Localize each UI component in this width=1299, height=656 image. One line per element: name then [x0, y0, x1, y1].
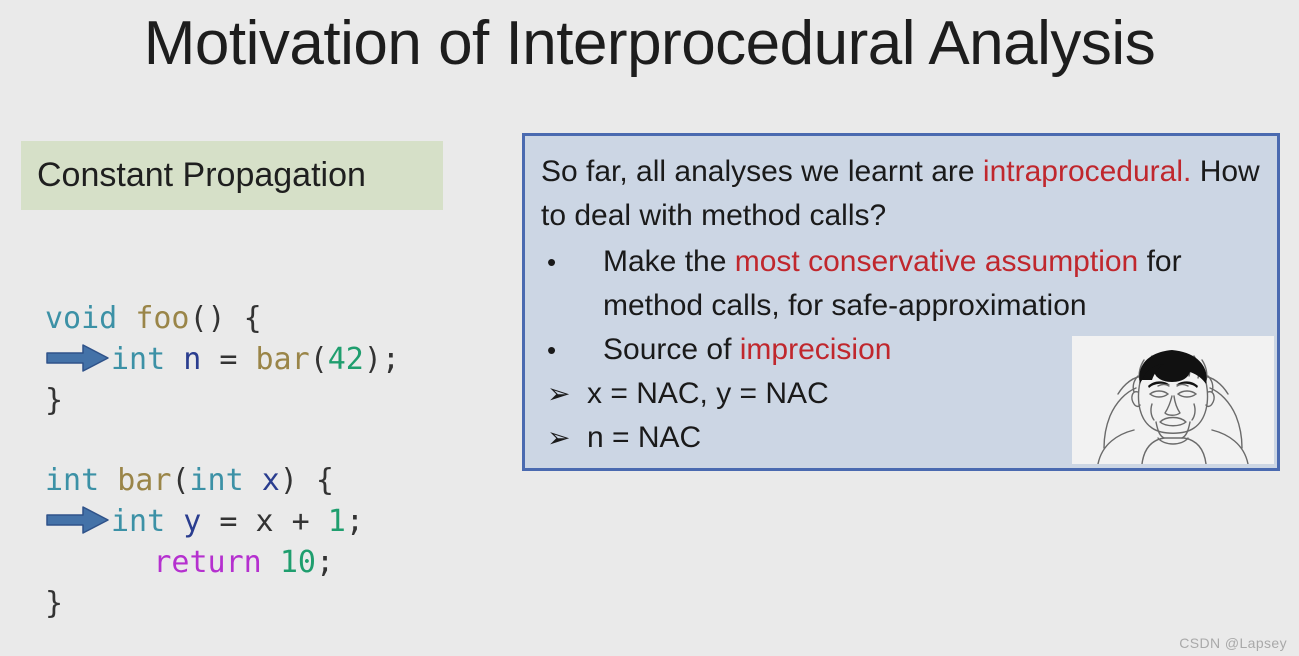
code-line: int n = bar(42);: [45, 339, 400, 380]
code-token: +: [273, 504, 328, 539]
code-token: bar: [255, 342, 310, 377]
code-line: }: [45, 380, 400, 421]
code-token: void: [45, 301, 118, 336]
code-token: x: [261, 463, 280, 498]
panel-intro-text: So far, all analyses we learnt are intra…: [541, 150, 1267, 238]
highlight-text: most conservative assumption: [734, 245, 1139, 278]
list-item-text-run: Source of: [603, 333, 740, 366]
list-item-text-run: Make the: [603, 245, 735, 278]
code-block-bar: int bar(int x) {int y = x + 1; return 10…: [45, 460, 364, 624]
arrowhead-bullet-icon: ➢: [547, 378, 571, 409]
code-line: int bar(int x) {: [45, 460, 364, 501]
code-line: return 10;: [45, 542, 364, 583]
code-line: int y = x + 1;: [45, 501, 364, 542]
code-token: }: [45, 586, 64, 621]
dot-bullet-icon: •: [547, 247, 557, 277]
code-token: 1: [327, 504, 346, 539]
code-token: =: [201, 504, 256, 539]
code-token: ;: [345, 504, 364, 539]
section-header-label: Constant Propagation: [37, 156, 366, 194]
code-token: n: [183, 342, 202, 377]
code-token: int: [189, 463, 244, 498]
right-arrow-marker: [45, 505, 111, 535]
right-arrow-marker: [45, 343, 111, 373]
code-token: int: [45, 463, 100, 498]
code-token: int: [111, 504, 166, 539]
code-token: return: [153, 545, 262, 580]
code-line: void foo() {: [45, 298, 400, 339]
code-token: ) {: [279, 463, 334, 498]
code-token: () {: [189, 301, 262, 336]
page-title: Motivation of Interprocedural Analysis: [143, 9, 1156, 78]
intro-text-run: So far, all analyses we learnt are: [541, 155, 983, 188]
code-token: foo: [135, 301, 190, 336]
list-item: • Make the most conservative assumption f…: [541, 240, 1267, 328]
confused-man-meme-image: [1072, 336, 1274, 464]
list-item-text-run: x = NAC, y = NAC: [587, 377, 829, 410]
code-token: (: [309, 342, 328, 377]
code-line: }: [45, 583, 364, 624]
code-token: );: [363, 342, 400, 377]
highlight-text: imprecision: [739, 333, 892, 366]
code-block-foo: void foo() {int n = bar(42);}: [45, 298, 400, 421]
code-token: 42: [327, 342, 364, 377]
code-token: int: [111, 342, 166, 377]
list-item-label: Make the most conservative assumption fo…: [603, 240, 1223, 328]
code-token: x: [255, 504, 274, 539]
watermark: CSDN @Lapsey: [1179, 635, 1287, 651]
code-token: (: [171, 463, 190, 498]
highlight-text: intraprocedural.: [982, 155, 1192, 188]
code-token: bar: [117, 463, 172, 498]
list-item-text-run: n = NAC: [587, 421, 702, 454]
code-token: y: [183, 504, 202, 539]
arrowhead-bullet-icon: ➢: [547, 422, 571, 453]
code-token: 10: [279, 545, 316, 580]
code-token: ;: [315, 545, 334, 580]
section-header-box: Constant Propagation: [21, 141, 443, 210]
code-token: =: [201, 342, 256, 377]
dot-bullet-icon: •: [547, 335, 557, 365]
code-token: }: [45, 383, 64, 418]
